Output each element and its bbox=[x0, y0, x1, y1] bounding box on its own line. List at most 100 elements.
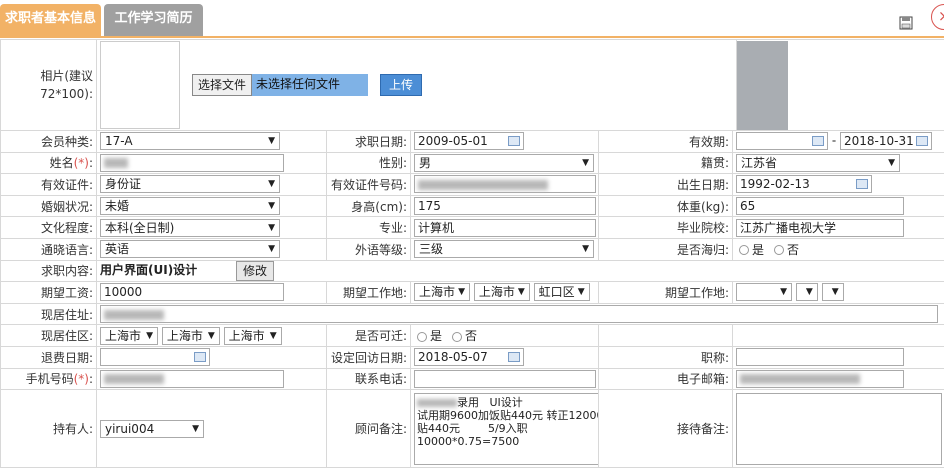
school-label: 毕业院校: bbox=[598, 216, 733, 239]
valid-to-input[interactable]: 2018-10-31 bbox=[840, 132, 932, 151]
calendar-icon[interactable] bbox=[508, 352, 520, 363]
visit-value: 2018-05-07 bbox=[418, 350, 488, 365]
photo-image bbox=[737, 40, 789, 130]
redacted-email bbox=[740, 374, 860, 385]
address-input[interactable] bbox=[100, 305, 938, 324]
weight-input[interactable]: 65 bbox=[736, 197, 904, 216]
marital-label: 婚姻状况: bbox=[0, 194, 97, 218]
apply-date-value: 2009-05-01 bbox=[418, 134, 488, 149]
area-district-value: 上海市 bbox=[228, 328, 265, 343]
calendar-icon[interactable] bbox=[856, 179, 868, 190]
email-input[interactable] bbox=[736, 369, 904, 388]
foreign-select[interactable]: 三级 ▼ bbox=[414, 240, 594, 259]
remark-label: 顾问备注: bbox=[326, 389, 411, 469]
place2-province-select[interactable]: ▼ bbox=[736, 283, 792, 302]
relocate-yes-label: 是 bbox=[430, 329, 443, 344]
edu-select[interactable]: 本科(全日制) ▼ bbox=[100, 218, 280, 237]
lang-value: 英语 bbox=[105, 242, 130, 257]
mobile-input[interactable] bbox=[100, 369, 284, 388]
member-select[interactable]: 17-A ▼ bbox=[100, 132, 280, 151]
place1-province-select[interactable]: 上海市 ▼ bbox=[414, 283, 470, 302]
salary-label: 期望工资: bbox=[0, 281, 97, 304]
origin-select[interactable]: 江苏省 ▼ bbox=[736, 153, 900, 172]
refund-input[interactable] bbox=[100, 348, 210, 367]
choose-file-button[interactable]: 选择文件 bbox=[192, 74, 253, 96]
calendar-icon[interactable] bbox=[194, 352, 206, 363]
origin-value: 江苏省 bbox=[741, 155, 778, 170]
calendar-icon[interactable] bbox=[916, 136, 928, 147]
relocate-no-label: 否 bbox=[465, 329, 478, 344]
origin-label: 籍贯: bbox=[598, 151, 733, 175]
salary-input[interactable]: 10000 bbox=[100, 283, 284, 302]
remark-line-1: 录用 UI设计 bbox=[417, 396, 598, 409]
area-district-select[interactable]: 上海市 ▼ bbox=[223, 326, 282, 345]
area-province-select[interactable]: 上海市 ▼ bbox=[100, 326, 158, 345]
reception-textarea[interactable] bbox=[736, 392, 942, 465]
relocate-yes-radio[interactable] bbox=[417, 331, 427, 342]
marital-select[interactable]: 未婚 ▼ bbox=[100, 197, 280, 216]
area-city-select[interactable]: 上海市 ▼ bbox=[161, 326, 220, 345]
overseas-no-radio[interactable] bbox=[774, 245, 785, 256]
birth-input[interactable]: 1992-02-13 bbox=[736, 175, 872, 194]
upload-button[interactable]: 上传 bbox=[380, 74, 423, 96]
gender-select[interactable]: 男 ▼ bbox=[414, 153, 594, 172]
mobile-colon: : bbox=[88, 372, 93, 387]
email-label: 电子邮箱: bbox=[598, 367, 733, 391]
edit-intent-button[interactable]: 修改 bbox=[236, 261, 275, 281]
edu-value: 本科(全日制) bbox=[105, 220, 175, 235]
chevron-down-icon: ▼ bbox=[268, 201, 275, 212]
intent-value: 用户界面(UI)设计 bbox=[100, 263, 198, 278]
remark-textarea[interactable]: 录用 UI设计 试用期9600加饭贴440元 转正12000饭 贴440元 5/9入… bbox=[414, 392, 599, 465]
name-label: 姓名(*): bbox=[0, 151, 97, 175]
chevron-down-icon: ▼ bbox=[831, 287, 839, 298]
id-type-value: 身份证 bbox=[105, 177, 142, 192]
overseas-yes-radio[interactable] bbox=[739, 245, 749, 256]
place1-district-value: 虹口区 bbox=[538, 285, 575, 300]
calendar-icon[interactable] bbox=[508, 136, 520, 147]
tab-bar: 求职者基本信息 工作学习简历 × bbox=[0, 0, 944, 38]
id-type-select[interactable]: 身份证 ▼ bbox=[100, 175, 280, 194]
id-no-input[interactable] bbox=[414, 175, 596, 194]
gender-label: 性别: bbox=[326, 151, 411, 175]
chevron-down-icon: ▼ bbox=[888, 157, 895, 168]
chevron-down-icon: ▼ bbox=[582, 244, 589, 255]
tab-work-history[interactable]: 工作学习简历 bbox=[104, 4, 203, 37]
name-colon: : bbox=[88, 156, 93, 171]
place1-district-select[interactable]: 虹口区 ▼ bbox=[533, 283, 590, 302]
apply-date-input[interactable]: 2009-05-01 bbox=[414, 132, 524, 151]
calendar-icon[interactable] bbox=[812, 136, 824, 147]
place2-city-select[interactable]: ▼ bbox=[795, 283, 818, 302]
name-input[interactable] bbox=[100, 153, 284, 172]
photo-preview bbox=[100, 41, 180, 129]
tab-basic-info[interactable]: 求职者基本信息 bbox=[0, 4, 101, 37]
title-label: 职称: bbox=[598, 345, 733, 369]
phone-input[interactable] bbox=[414, 369, 596, 388]
address-label: 现居住址: bbox=[0, 302, 97, 326]
major-input[interactable]: 计算机 bbox=[414, 218, 596, 237]
close-icon[interactable]: × bbox=[931, 4, 944, 30]
chevron-down-icon: ▼ bbox=[268, 222, 275, 233]
title-input[interactable] bbox=[736, 348, 904, 367]
relocate-no-radio[interactable] bbox=[452, 331, 463, 342]
place2-district-select[interactable]: ▼ bbox=[821, 283, 844, 302]
holder-label: 持有人: bbox=[0, 389, 97, 469]
member-label: 会员种类: bbox=[0, 130, 97, 153]
holder-select[interactable]: yirui004 ▼ bbox=[100, 419, 204, 438]
chevron-down-icon: ▼ bbox=[458, 287, 465, 298]
chevron-down-icon: ▼ bbox=[780, 287, 787, 298]
visit-input[interactable]: 2018-05-07 bbox=[414, 348, 524, 367]
remark-line-2: 试用期9600加饭贴440元 转正12000饭 bbox=[417, 408, 599, 422]
major-label: 专业: bbox=[326, 216, 411, 239]
save-icon[interactable] bbox=[899, 16, 913, 30]
required-mark: (*) bbox=[73, 156, 89, 171]
height-input[interactable]: 175 bbox=[414, 197, 596, 216]
valid-from-input[interactable] bbox=[736, 132, 828, 151]
redacted-remark bbox=[417, 398, 457, 407]
school-input[interactable]: 江苏广播电视大学 bbox=[736, 218, 904, 237]
chevron-down-icon: ▼ bbox=[577, 287, 585, 298]
reception-label: 接待备注: bbox=[598, 389, 733, 469]
lang-select[interactable]: 英语 ▼ bbox=[100, 240, 280, 259]
holder-value: yirui004 bbox=[105, 421, 155, 436]
place1-city-select[interactable]: 上海市 ▼ bbox=[473, 283, 530, 302]
tab-underline bbox=[0, 36, 944, 38]
